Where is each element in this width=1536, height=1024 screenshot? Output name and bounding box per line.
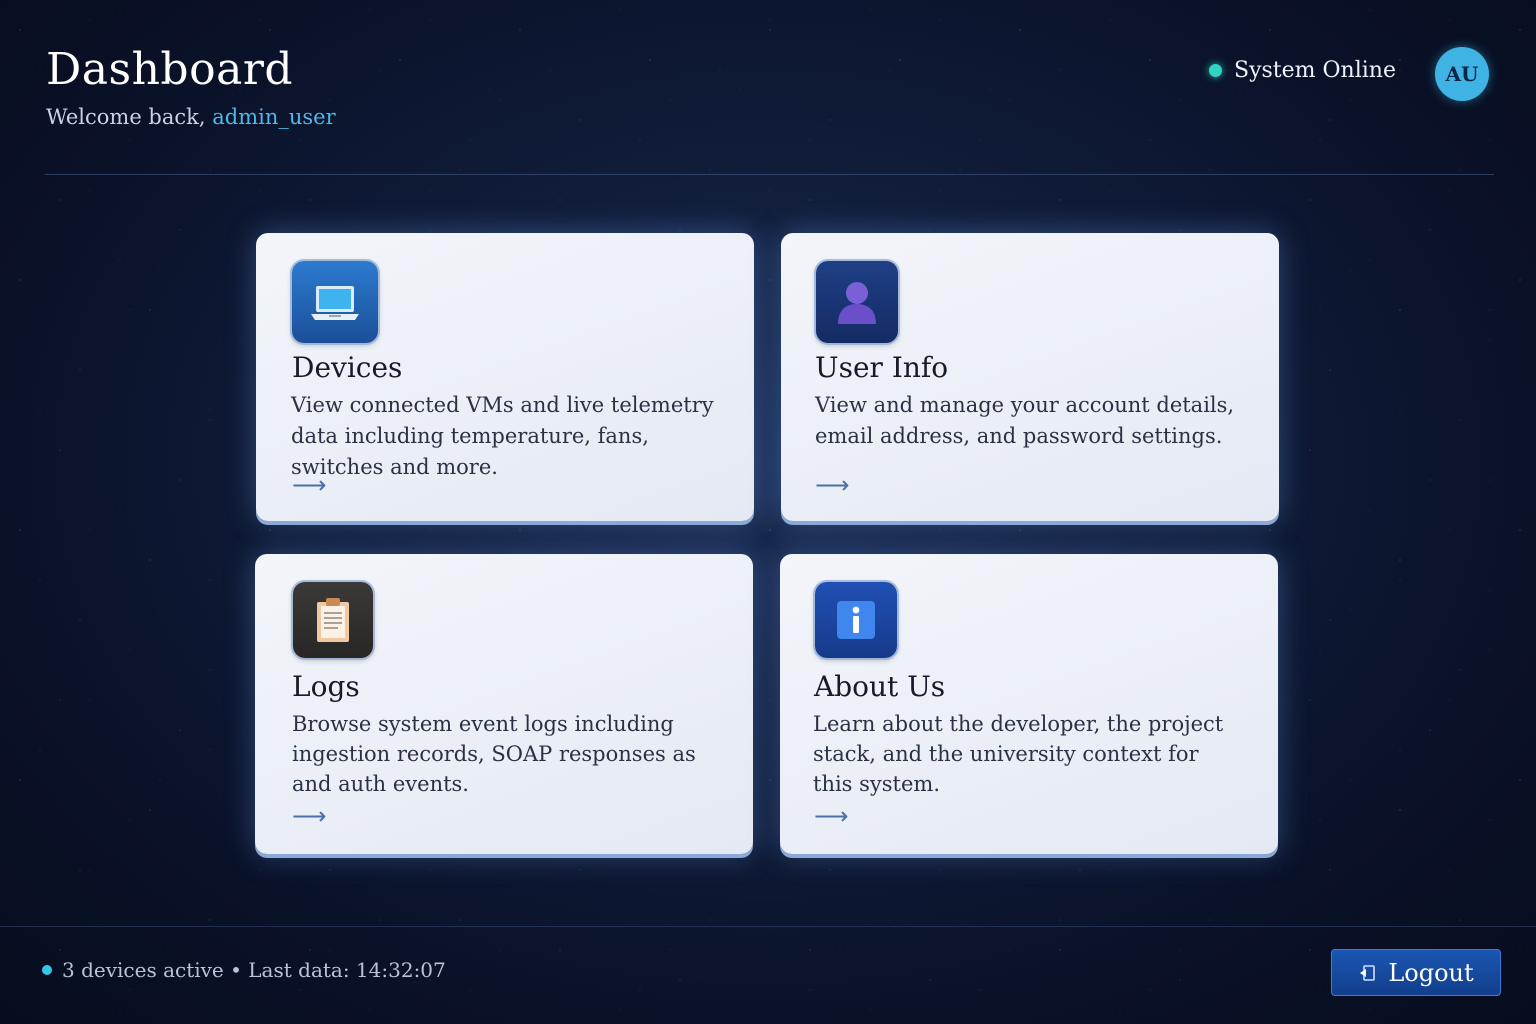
status-online-dot bbox=[1209, 64, 1223, 77]
footer-status: 3 devices active • Last data: 14:32:07 bbox=[42, 958, 446, 982]
user-info-arrow-icon[interactable]: ⟶ bbox=[815, 471, 849, 499]
activity-dot bbox=[42, 965, 52, 975]
devices-card-description: View connected VMs and live telemetry da… bbox=[291, 393, 714, 479]
welcome-message: Welcome back, admin_user bbox=[46, 105, 336, 129]
starfield-background bbox=[0, 0, 1536, 1024]
user-info-card-description: View and manage your account details, em… bbox=[815, 393, 1235, 448]
user-info-card-title: User Info bbox=[815, 351, 949, 384]
about-us-card-description: Learn about the developer, the project s… bbox=[813, 712, 1224, 796]
status-label: System Online bbox=[1234, 58, 1396, 83]
avatar[interactable]: AU bbox=[1435, 47, 1489, 101]
clipboard-icon bbox=[293, 582, 373, 658]
devices-card-title: Devices bbox=[292, 351, 403, 384]
header-divider bbox=[45, 174, 1494, 175]
footer-divider bbox=[0, 926, 1536, 927]
logs-arrow-icon[interactable]: ⟶ bbox=[292, 802, 326, 830]
logout-label: Logout bbox=[1388, 958, 1474, 987]
starfield-background-layer bbox=[0, 0, 1536, 1024]
logs-card-title: Logs bbox=[292, 670, 360, 703]
logout-icon bbox=[1360, 964, 1376, 981]
about-us-card-title: About Us bbox=[814, 670, 946, 703]
page-header: Dashboard Welcome back, admin_user bbox=[46, 44, 336, 129]
devices-card[interactable]: Devices View connected VMs and live tele… bbox=[256, 233, 754, 521]
about-us-arrow-icon[interactable]: ⟶ bbox=[814, 802, 848, 830]
logs-card[interactable]: Logs Browse system event logs including … bbox=[255, 554, 753, 854]
user-icon bbox=[816, 261, 898, 343]
user-info-card[interactable]: User Info View and manage your account d… bbox=[781, 233, 1279, 521]
logs-card-description: Browse system event logs including inges… bbox=[292, 712, 696, 796]
footer-status-text: 3 devices active • Last data: 14:32:07 bbox=[62, 958, 446, 982]
page-title: Dashboard bbox=[46, 44, 294, 95]
info-icon bbox=[815, 582, 897, 658]
system-status: System Online bbox=[1209, 58, 1396, 83]
about-us-card[interactable]: About Us Learn about the developer, the … bbox=[780, 554, 1278, 854]
devices-arrow-icon[interactable]: ⟶ bbox=[292, 471, 326, 499]
welcome-prefix: Welcome back, bbox=[46, 105, 206, 129]
laptop-icon bbox=[292, 261, 378, 343]
logout-button[interactable]: Logout bbox=[1331, 949, 1501, 996]
username-label: admin_user bbox=[212, 105, 336, 129]
